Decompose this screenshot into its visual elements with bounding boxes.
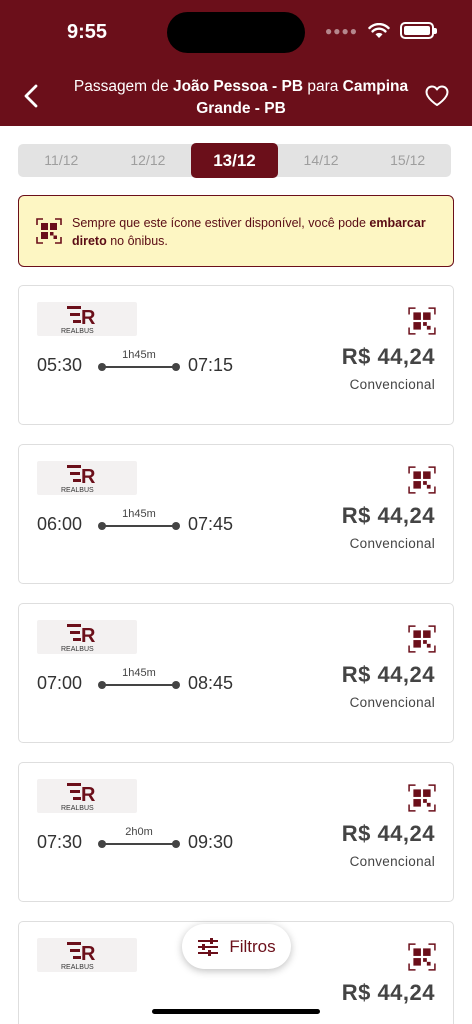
departure-time: 07:00 xyxy=(37,673,83,693)
notice-text: Sempre que este ícone estiver disponível… xyxy=(72,214,442,250)
trip-duration: 1h45m xyxy=(122,349,156,361)
sliders-icon xyxy=(198,937,219,956)
duration-timeline: 1h45m xyxy=(98,349,180,375)
status-icons: ●●●● xyxy=(325,22,437,39)
ticket-price: R$ 44,24 xyxy=(341,503,435,528)
filter-label: Filtros xyxy=(229,936,276,956)
trip-card[interactable]: R REALBUS 07:00 1h45m 08:45 R$ 44,24 Con… xyxy=(18,603,454,743)
battery-icon xyxy=(400,22,437,39)
trip-card[interactable]: R REALBUS 05:30 1h45m 07:15 R$ 44,24 Con… xyxy=(18,285,454,425)
svg-text:REALBUS: REALBUS xyxy=(61,328,94,335)
arrival-time: 07:45 xyxy=(188,514,234,534)
date-tab-11-12[interactable]: 11/12 xyxy=(18,144,105,177)
trip-duration: 1h45m xyxy=(122,667,156,679)
svg-text:REALBUS: REALBUS xyxy=(61,805,94,812)
home-indicator[interactable] xyxy=(152,1009,320,1014)
company-logo: R REALBUS xyxy=(37,302,137,336)
ticket-price: R$ 44,24 xyxy=(341,344,435,369)
company-logo: R REALBUS xyxy=(37,938,137,972)
departure-time: 07:30 xyxy=(37,832,83,852)
qr-code-icon xyxy=(408,784,436,812)
app-header: 9:55 ●●●● Passagem de João Pessoa - PB p… xyxy=(0,0,472,126)
arrival-time: 07:15 xyxy=(188,355,234,375)
qr-code-icon xyxy=(408,943,436,971)
qr-code-icon xyxy=(408,466,436,494)
departure-time: 05:30 xyxy=(37,355,83,375)
dynamic-island xyxy=(167,12,305,53)
realbus-logo-icon: R REALBUS xyxy=(61,306,96,335)
wifi-icon xyxy=(368,22,390,38)
realbus-logo-icon: R REALBUS xyxy=(61,624,96,653)
notice-text-part1: Sempre que este ícone estiver disponível… xyxy=(72,216,370,230)
arrival-time: 09:30 xyxy=(188,832,234,852)
duration-timeline: 2h0m xyxy=(98,826,180,852)
direct-boarding-notice: Sempre que este ícone estiver disponível… xyxy=(18,195,454,267)
ticket-price: R$ 44,24 xyxy=(341,662,435,687)
duration-timeline: 1h45m xyxy=(98,508,180,534)
signal-icon: ●●●● xyxy=(325,23,358,38)
svg-text:R: R xyxy=(81,784,96,806)
realbus-logo-icon: R REALBUS xyxy=(61,942,96,971)
date-tab-15-12[interactable]: 15/12 xyxy=(364,144,451,177)
svg-text:REALBUS: REALBUS xyxy=(61,964,94,971)
date-tab-14-12[interactable]: 14/12 xyxy=(278,144,365,177)
bus-class: Convencional xyxy=(349,536,435,551)
date-tab-12-12[interactable]: 12/12 xyxy=(105,144,192,177)
heart-icon[interactable] xyxy=(424,84,450,108)
company-logo: R REALBUS xyxy=(37,461,137,495)
notice-text-part2: no ônibus. xyxy=(106,234,168,248)
title-prefix: Passagem de xyxy=(73,78,173,95)
bus-class: Convencional xyxy=(349,695,435,710)
date-tab-13-12[interactable]: 13/12 xyxy=(191,143,278,178)
trip-duration: 1h45m xyxy=(122,508,156,520)
trip-card[interactable]: R REALBUS 06:00 1h45m 07:45 R$ 44,24 Con… xyxy=(18,444,454,584)
company-logo: R REALBUS xyxy=(37,620,137,654)
route-title: Passagem de João Pessoa - PB para Campin… xyxy=(70,76,412,120)
ticket-price: R$ 44,24 xyxy=(341,980,435,1005)
svg-text:R: R xyxy=(81,307,96,329)
qr-code-icon xyxy=(36,218,62,244)
ticket-price: R$ 44,24 xyxy=(341,821,435,846)
title-middle: para xyxy=(303,78,343,95)
duration-timeline: 1h45m xyxy=(98,667,180,693)
company-logo: R REALBUS xyxy=(37,779,137,813)
status-time: 9:55 xyxy=(67,21,108,43)
bus-class: Convencional xyxy=(349,377,435,392)
filter-button[interactable]: Filtros xyxy=(182,924,291,969)
svg-text:R: R xyxy=(81,466,96,488)
arrival-time: 08:45 xyxy=(188,673,234,693)
svg-text:REALBUS: REALBUS xyxy=(61,646,94,653)
back-arrow-icon[interactable] xyxy=(20,82,44,110)
origin-city: João Pessoa - PB xyxy=(172,78,304,95)
realbus-logo-icon: R REALBUS xyxy=(61,465,96,494)
trip-duration: 2h0m xyxy=(125,826,153,838)
realbus-logo-icon: R REALBUS xyxy=(61,783,96,812)
svg-text:R: R xyxy=(81,625,96,647)
svg-text:REALBUS: REALBUS xyxy=(61,487,94,494)
departure-time: 06:00 xyxy=(37,514,83,534)
qr-code-icon xyxy=(408,625,436,653)
bus-class: Convencional xyxy=(349,854,435,869)
svg-text:R: R xyxy=(81,943,96,965)
trip-card[interactable]: R REALBUS 07:30 2h0m 09:30 R$ 44,24 Conv… xyxy=(18,762,454,902)
date-selector: 11/12 12/12 13/12 14/12 15/12 xyxy=(18,143,451,178)
qr-code-icon xyxy=(408,307,436,335)
